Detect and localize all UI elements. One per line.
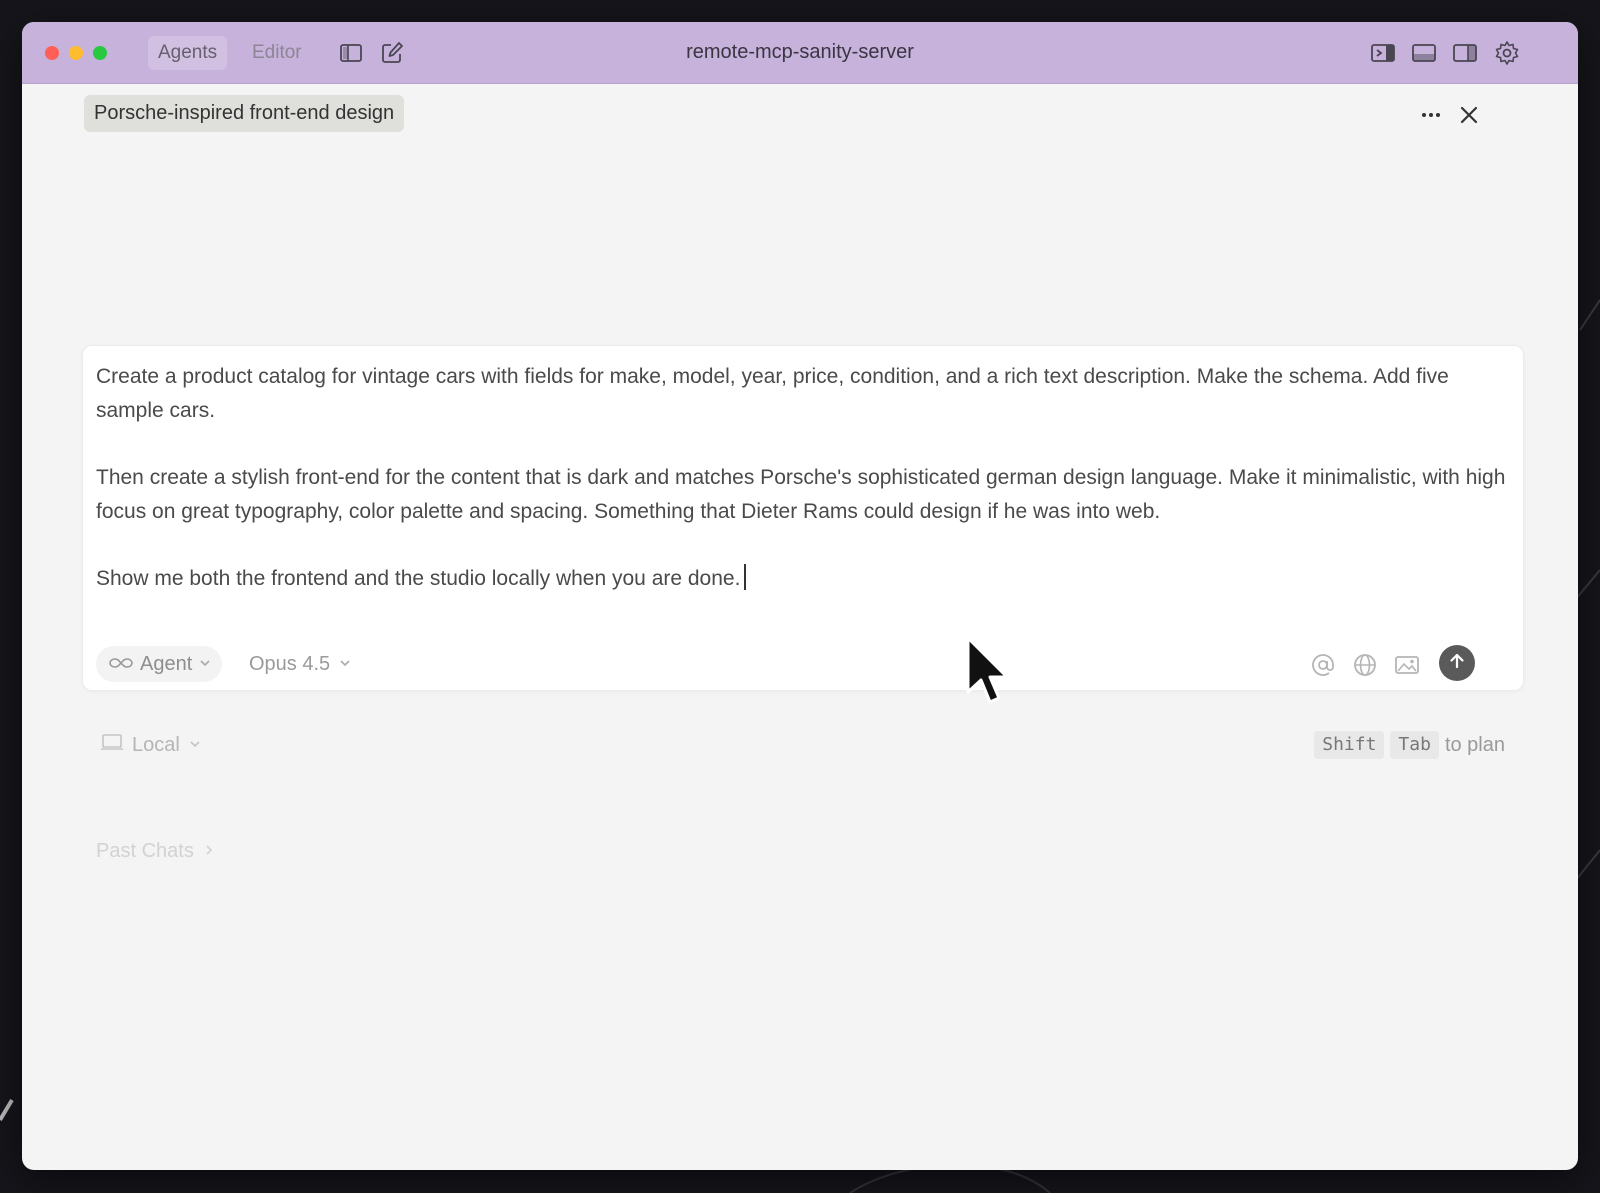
app-window: remote-mcp-sanity-server Agents Editor P… — [22, 22, 1578, 1170]
more-icon[interactable] — [1416, 100, 1446, 130]
panel-bottom-icon[interactable] — [1411, 40, 1437, 66]
panel-left-icon[interactable] — [1370, 40, 1396, 66]
panel-right-icon[interactable] — [1452, 40, 1478, 66]
prompt-text[interactable]: Create a product catalog for vintage car… — [96, 360, 1506, 596]
model-label: Opus 4.5 — [249, 653, 331, 675]
mode-label: Agent — [140, 653, 193, 675]
hint-text: to plan — [1444, 734, 1505, 756]
at-icon[interactable] — [1309, 651, 1337, 679]
image-icon[interactable] — [1393, 651, 1421, 679]
title-bar: remote-mcp-sanity-server Agents Editor — [22, 22, 1578, 84]
chat-title-chip: Porsche-inspired front-end design — [84, 95, 405, 132]
zoom-window-button[interactable] — [93, 46, 107, 60]
laptop-icon — [100, 727, 124, 763]
close-window-button[interactable] — [45, 46, 59, 60]
prompt-paragraph: Then create a stylish front-end for the … — [96, 466, 1506, 523]
plan-shortcut-hint: Shift Tab to plan — [1314, 729, 1505, 761]
prompt-composer[interactable]: Create a product catalog for vintage car… — [82, 345, 1524, 691]
arrow-up-icon — [1447, 651, 1467, 676]
past-chats-link[interactable]: Past Chats — [96, 835, 214, 867]
shift-key: Shift — [1314, 731, 1385, 759]
text-caret — [744, 564, 747, 590]
model-selector[interactable]: Opus 4.5 — [249, 646, 352, 682]
close-icon[interactable] — [1454, 100, 1484, 130]
chevron-right-icon — [204, 835, 214, 867]
minimize-window-button[interactable] — [69, 46, 83, 60]
send-button[interactable] — [1439, 645, 1475, 681]
new-chat-icon[interactable] — [379, 40, 405, 66]
mode-selector[interactable]: Agent — [96, 646, 223, 682]
prompt-paragraph: Show me both the frontend and the studio… — [96, 567, 741, 590]
globe-icon[interactable] — [1351, 651, 1379, 679]
tab-agents[interactable]: Agents — [148, 36, 228, 70]
chevron-down-icon — [198, 646, 212, 682]
tab-editor[interactable]: Editor — [242, 36, 312, 70]
chevron-down-icon — [188, 727, 202, 763]
environment-label: Local — [132, 734, 180, 756]
sidebar-toggle-icon[interactable] — [338, 40, 364, 66]
past-chats-label: Past Chats — [96, 840, 194, 862]
chevron-down-icon — [338, 646, 352, 682]
infinity-icon — [108, 646, 134, 682]
mouse-pointer-icon — [966, 636, 1009, 704]
tab-key: Tab — [1390, 731, 1439, 759]
gear-icon[interactable] — [1494, 40, 1520, 66]
environment-selector[interactable]: Local — [100, 727, 202, 763]
prompt-paragraph: Create a product catalog for vintage car… — [96, 365, 1449, 422]
